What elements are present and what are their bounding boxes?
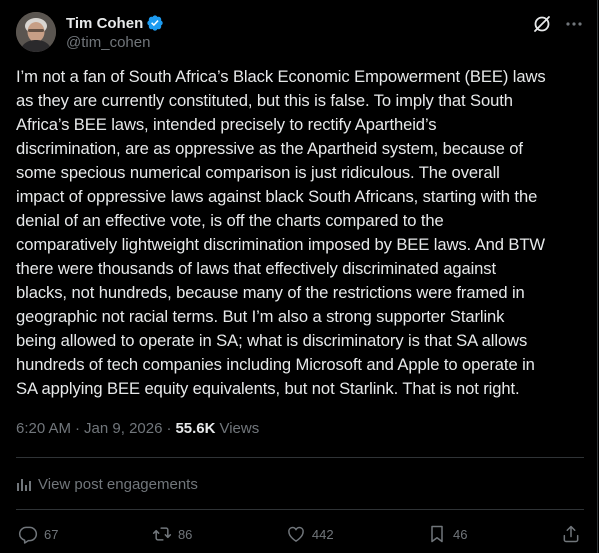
more-icon[interactable] (564, 14, 584, 34)
action-bar: 67 86 442 46 (18, 522, 581, 546)
views-label: Views (219, 419, 260, 437)
share-button[interactable] (561, 524, 581, 544)
repost-count: 86 (177, 526, 193, 542)
views-count: 55.6K (175, 419, 216, 437)
separator-dot: · (166, 419, 172, 437)
header-actions (532, 14, 584, 34)
analytics-icon (17, 479, 31, 491)
view-engagements-link[interactable]: View post engagements (16, 474, 198, 494)
separator-dot: · (75, 419, 81, 437)
share-icon (563, 525, 579, 543)
post-header: Tim Cohen @tim_cohen (16, 12, 584, 56)
bookmark-button[interactable]: 46 (427, 524, 468, 544)
like-icon (288, 526, 304, 542)
author-display-name[interactable]: Tim Cohen (66, 15, 143, 32)
view-engagements-label: View post engagements (38, 475, 198, 493)
grok-icon[interactable] (532, 14, 552, 34)
post-time[interactable]: 6:20 AM (16, 420, 71, 437)
verified-badge-icon[interactable] (146, 14, 164, 32)
like-button[interactable]: 442 (286, 524, 334, 544)
post-text: I’m not a fan of South Africa’s Black Ec… (16, 67, 546, 398)
bookmark-count: 46 (453, 526, 468, 542)
avatar[interactable] (16, 12, 56, 52)
reply-button[interactable]: 67 (18, 524, 58, 544)
like-count: 442 (311, 526, 334, 542)
reply-icon (18, 526, 38, 544)
post-container: Tim Cohen @tim_cohen I’m not a fan of So… (0, 0, 598, 553)
divider (16, 509, 584, 510)
divider (16, 457, 584, 458)
bookmark-icon (431, 525, 443, 543)
post-date[interactable]: Jan 9, 2026 (84, 420, 162, 437)
reply-count: 67 (44, 526, 59, 542)
author-handle[interactable]: @tim_cohen (66, 34, 164, 51)
repost-icon (152, 527, 172, 541)
repost-button[interactable]: 86 (152, 524, 192, 544)
author-info: Tim Cohen @tim_cohen (66, 13, 164, 51)
post-metadata: 6:20 AM · Jan 9, 2026 · 55.6K Views (16, 418, 259, 438)
